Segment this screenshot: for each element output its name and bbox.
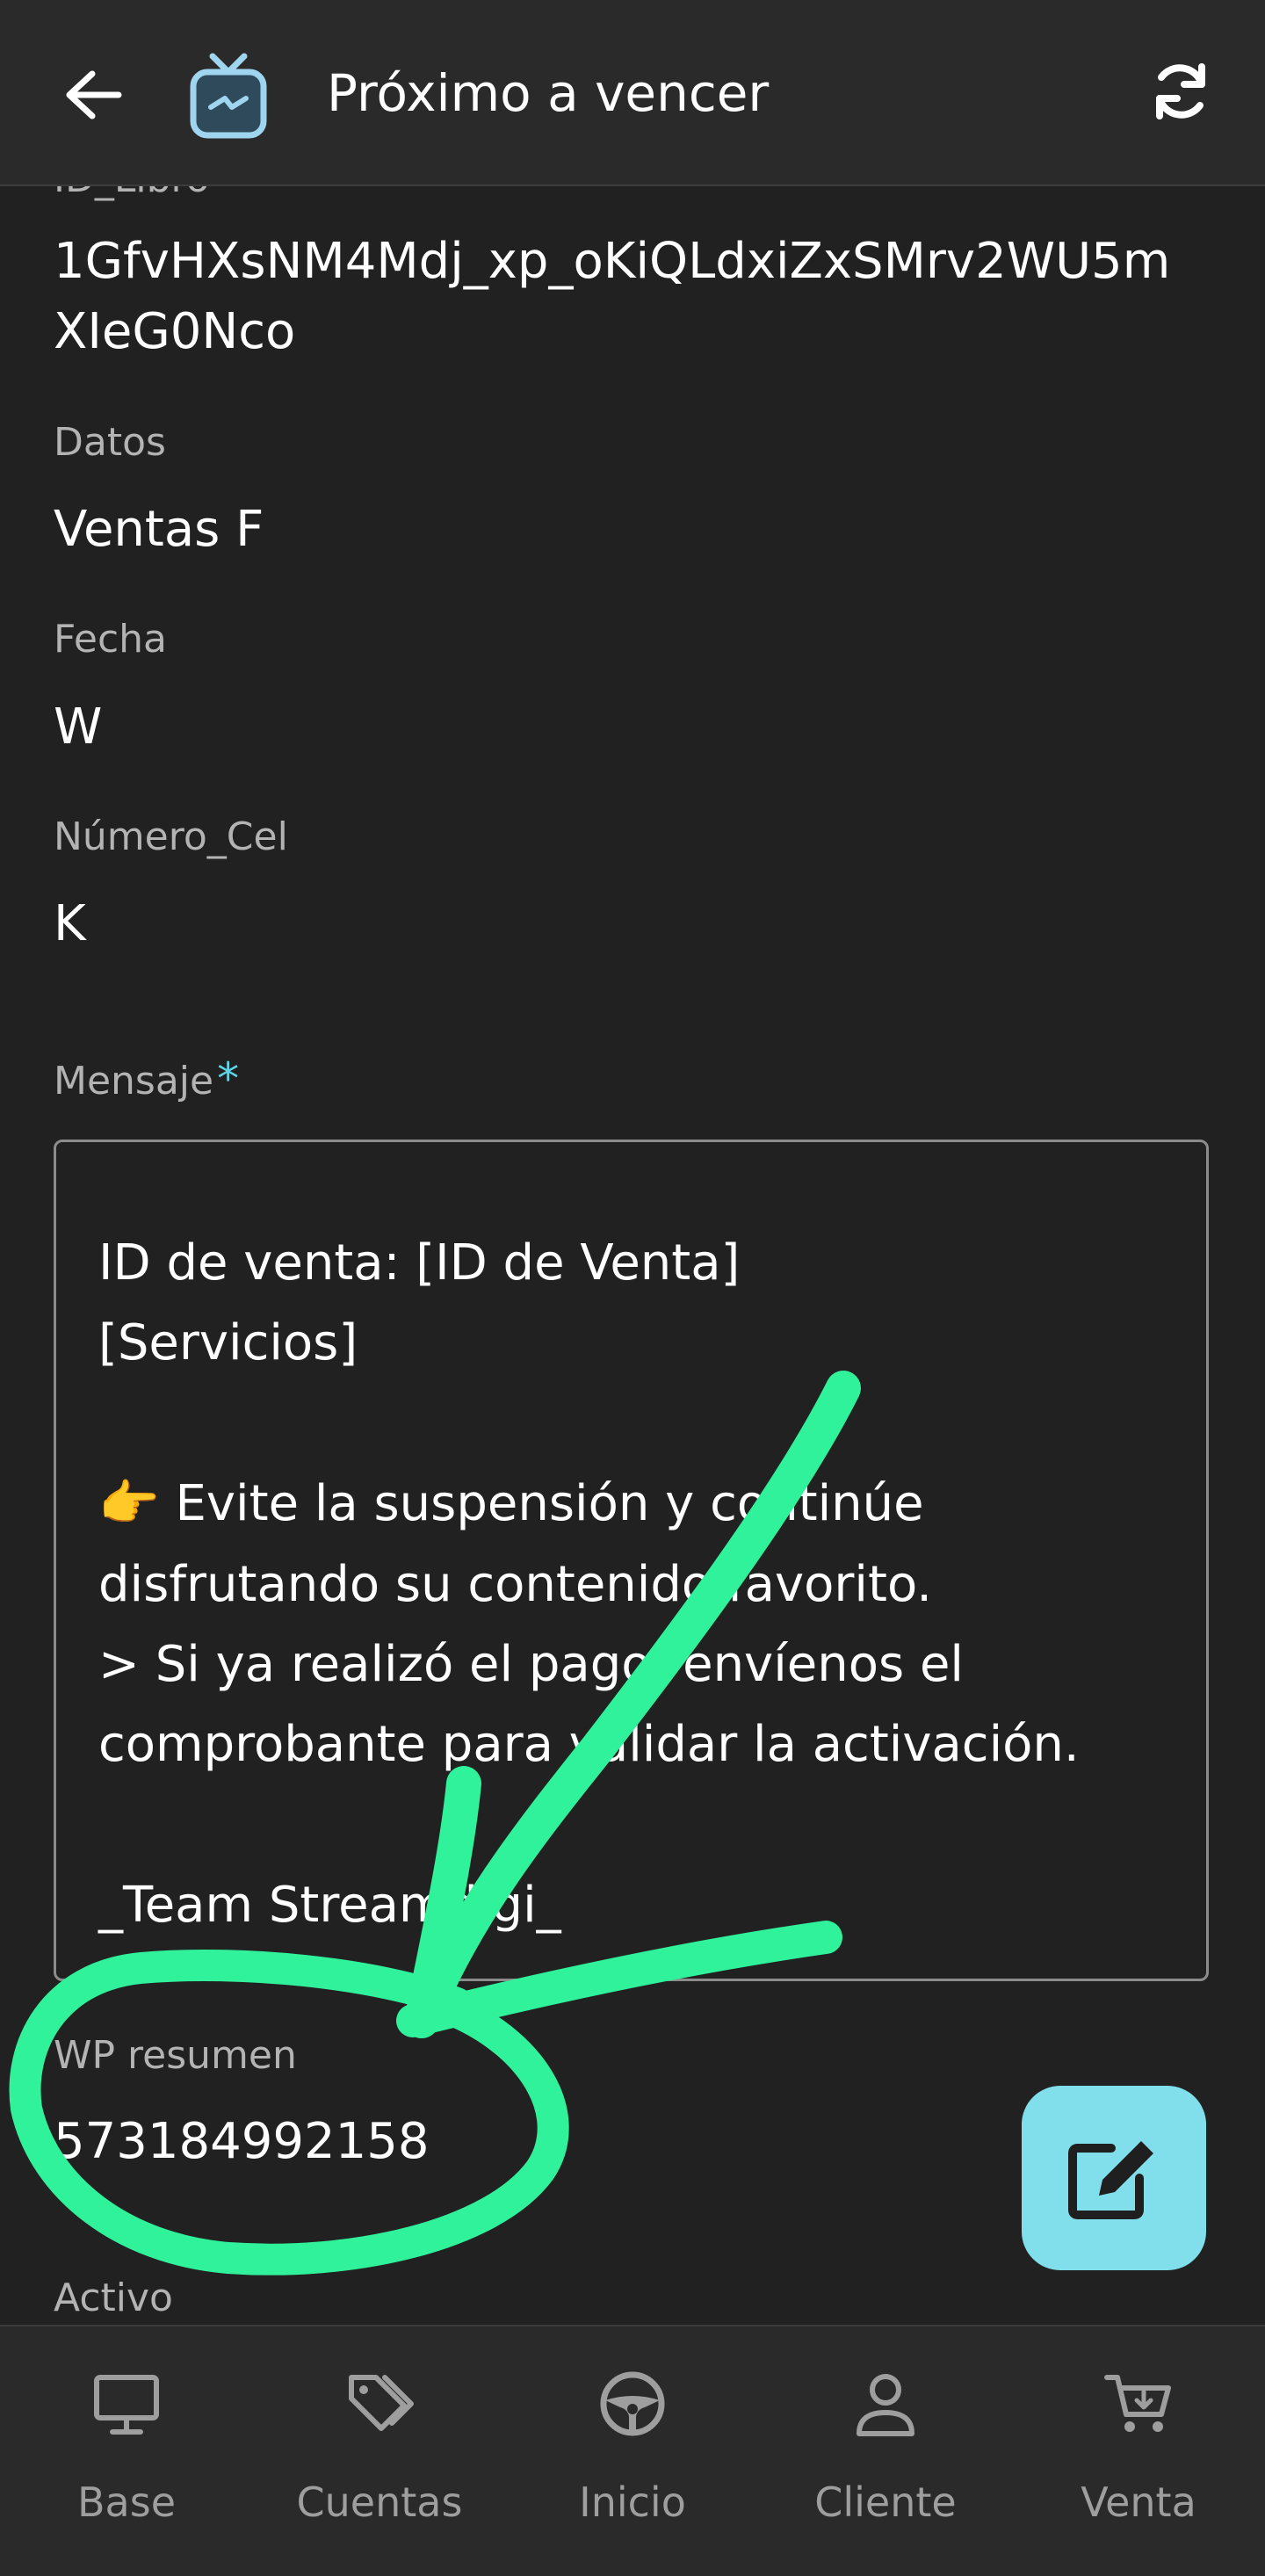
arrow-left-icon xyxy=(66,70,122,119)
nav-label-cuentas: Cuentas xyxy=(296,2478,463,2526)
app-bar: Próximo a vencer xyxy=(0,0,1265,186)
nav-item-base[interactable]: Base xyxy=(0,2326,253,2576)
nav-label-base: Base xyxy=(76,2478,176,2526)
tags-icon xyxy=(349,2375,414,2431)
nav-item-cliente[interactable]: Cliente xyxy=(759,2326,1012,2576)
numero-cel-value: K xyxy=(54,895,86,952)
datos-value: Ventas F xyxy=(54,501,264,558)
sync-button[interactable] xyxy=(1144,54,1218,128)
wp-resumen-value: 573184992158 xyxy=(54,2113,430,2170)
wp-resumen-label: WP resumen xyxy=(54,2033,297,2078)
required-asterisk: * xyxy=(217,1053,240,1104)
nav-label-inicio: Inicio xyxy=(579,2478,686,2526)
mensaje-label: Mensaje* xyxy=(54,1054,239,1106)
message-textarea[interactable]: ID de venta: [ID de Venta] [Servicios] 👉… xyxy=(54,1140,1209,1981)
user-icon xyxy=(857,2374,914,2436)
message-line-3: 👉 Evite la suspensión y continúe xyxy=(98,1475,924,1532)
edit-icon xyxy=(1068,2141,1153,2219)
page-title: Próximo a vencer xyxy=(327,63,770,123)
nav-label-cliente: Cliente xyxy=(814,2478,957,2526)
steering-wheel-icon xyxy=(600,2371,665,2436)
activo-label: Activo xyxy=(54,2276,173,2320)
nav-label-venta: Venta xyxy=(1081,2478,1196,2526)
edit-fab-button[interactable] xyxy=(1022,2086,1206,2270)
sync-icon xyxy=(1156,63,1205,119)
mensaje-label-text: Mensaje xyxy=(54,1059,214,1103)
tv-logo-icon xyxy=(186,49,271,141)
message-line-5: > Si ya realizó el pago, envíenos el xyxy=(98,1636,964,1693)
id-libro-value-line2: XIeG0Nco xyxy=(54,303,296,360)
bottom-navigation: Base Cuentas Inicio Cliente Venta xyxy=(0,2325,1265,2576)
nav-item-inicio[interactable]: Inicio xyxy=(506,2326,759,2576)
message-line-2: [Servicios] xyxy=(98,1314,358,1371)
message-line-7: _Team Streamdigi_ xyxy=(98,1877,561,1934)
monitor-icon xyxy=(94,2375,159,2435)
back-button[interactable] xyxy=(58,60,128,130)
message-line-4: disfrutando su contenido favorito. xyxy=(98,1556,933,1613)
message-line-1: ID de venta: [ID de Venta] xyxy=(98,1234,741,1292)
cart-icon xyxy=(1104,2375,1171,2432)
fecha-label: Fecha xyxy=(54,617,168,662)
datos-label: Datos xyxy=(54,420,166,465)
id-libro-value-line1: 1GfvHXsNM4Mdj_xp_oKiQLdxiZxSMrv2WU5m xyxy=(54,233,1171,290)
message-line-6: comprobante para validar la activación. xyxy=(98,1716,1080,1773)
app-screen: ID_Libro 1GfvHXsNM4Mdj_xp_oKiQLdxiZxSMrv… xyxy=(0,0,1265,2576)
fecha-value: W xyxy=(54,698,103,756)
nav-item-cuentas[interactable]: Cuentas xyxy=(253,2326,506,2576)
numero-cel-label: Número_Cel xyxy=(54,814,288,859)
nav-item-venta[interactable]: Venta xyxy=(1012,2326,1265,2576)
